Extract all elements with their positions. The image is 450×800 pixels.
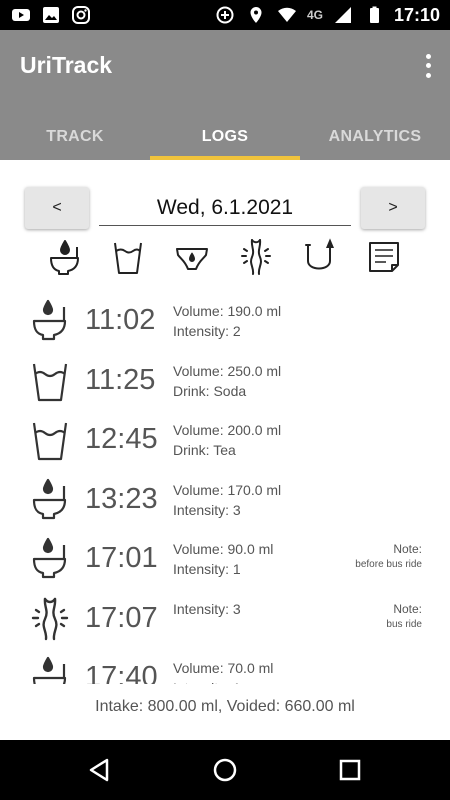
log-row[interactable]: 13:23 Volume: 170.0 ml Intensity: 3 <box>0 471 450 530</box>
log-row[interactable]: 11:25 Volume: 250.0 ml Drink: Soda <box>0 352 450 411</box>
app-bar: UriTrack TRACK LOGS ANALYTICS <box>0 30 450 160</box>
status-bar: 4G 17:10 <box>0 0 450 30</box>
note-text: before bus ride <box>355 559 422 570</box>
log-detail-line: Volume: 70.0 ml <box>173 660 274 676</box>
log-note: Note: before bus ride <box>355 542 422 572</box>
log-detail-line: Drink: Tea <box>173 442 236 458</box>
log-time: 13:23 <box>85 482 158 515</box>
log-details: Intensity: 3 <box>173 599 241 619</box>
status-clock: 17:10 <box>393 4 440 25</box>
signal-icon <box>332 5 354 25</box>
pad-icon[interactable] <box>172 235 212 279</box>
date-navigator: < Wed, 6.1.2021 > <box>25 187 425 229</box>
void-toilet-icon <box>28 536 72 582</box>
battery-icon <box>363 5 385 25</box>
recents-icon[interactable] <box>335 755 365 785</box>
log-detail-line: Intensity: 2 <box>173 323 241 339</box>
tab-analytics[interactable]: ANALYTICS <box>300 114 450 160</box>
note-label: Note: <box>393 542 422 556</box>
log-detail-line: Intensity: 1 <box>173 678 273 684</box>
image-icon <box>40 5 62 25</box>
log-time: 11:02 <box>85 304 156 336</box>
log-details: Volume: 250.0 ml Drink: Soda <box>173 361 281 401</box>
log-details: Volume: 170.0 ml Intensity: 3 <box>173 480 281 520</box>
next-day-button[interactable]: > <box>361 187 425 229</box>
system-nav-bar <box>0 740 450 800</box>
drink-cup-icon[interactable] <box>108 235 148 279</box>
location-icon <box>245 5 267 25</box>
urgency-icon <box>28 596 72 642</box>
wifi-icon <box>276 5 298 25</box>
drink-cup-icon <box>28 358 72 404</box>
log-detail-line: Intensity: 3 <box>173 501 241 518</box>
log-time: 17:01 <box>85 542 158 574</box>
tab-bar: TRACK LOGS ANALYTICS <box>0 114 450 160</box>
drink-cup-icon <box>28 417 72 463</box>
tab-track[interactable]: TRACK <box>0 114 150 160</box>
log-details: Volume: 190.0 ml Intensity: 2 <box>173 301 281 341</box>
log-details: Volume: 70.0 ml Intensity: 1 <box>173 658 273 684</box>
log-details: Volume: 90.0 ml Intensity: 1 <box>173 539 273 579</box>
note-text: bus ride <box>386 618 422 630</box>
overflow-menu-button[interactable] <box>420 52 436 80</box>
log-list[interactable]: 11:02 Volume: 190.0 ml Intensity: 2 11:25 Vo… <box>0 292 450 684</box>
log-detail-line: Drink: Soda <box>173 382 247 399</box>
log-row[interactable]: 17:40 Volume: 70.0 ml Intensity: 1 <box>0 649 450 684</box>
daily-summary: Intake: 800.00 ml, Voided: 660.00 ml <box>95 698 355 715</box>
log-row[interactable]: 17:07 Intensity: 3 Note: bus ride <box>0 590 450 649</box>
log-detail-line: Volume: 250.0 ml <box>173 362 282 379</box>
note-label: Note: <box>393 601 422 616</box>
youtube-icon <box>10 5 32 25</box>
log-detail-line: Volume: 170.0 ml <box>173 481 282 498</box>
log-details: Volume: 200.0 ml Drink: Tea <box>173 420 281 460</box>
note-icon[interactable] <box>364 235 404 279</box>
catheter-icon[interactable] <box>300 235 340 279</box>
back-icon[interactable] <box>85 755 115 785</box>
tab-logs[interactable]: LOGS <box>150 114 300 160</box>
log-detail-line: Volume: 200.0 ml <box>173 422 282 438</box>
date-field[interactable]: Wed, 6.1.2021 <box>99 193 351 226</box>
log-row[interactable]: 17:01 Volume: 90.0 ml Intensity: 1 Note: bef… <box>0 530 450 589</box>
entry-type-toolbar <box>0 235 450 279</box>
log-note: Note: bus ride <box>386 602 422 632</box>
void-toilet-icon <box>28 655 72 684</box>
log-row[interactable]: 11:02 Volume: 190.0 ml Intensity: 2 <box>0 292 450 351</box>
urgency-icon[interactable] <box>236 235 276 279</box>
app-title: UriTrack <box>20 52 113 78</box>
home-icon[interactable] <box>210 755 240 785</box>
log-detail-line: Volume: 190.0 ml <box>173 303 282 319</box>
log-time: 12:45 <box>85 423 158 455</box>
data-saver-icon <box>214 5 236 25</box>
log-detail-line: Intensity: 1 <box>173 561 241 577</box>
void-toilet-icon[interactable] <box>45 235 85 279</box>
log-detail-line: Volume: 90.0 ml <box>173 541 274 557</box>
network-type-label: 4G <box>306 8 323 22</box>
void-toilet-icon <box>28 298 72 344</box>
instagram-icon <box>70 5 92 25</box>
log-detail-line: Intensity: 3 <box>173 600 241 617</box>
log-time: 11:25 <box>85 363 156 396</box>
log-time: 17:40 <box>85 661 158 684</box>
log-time: 17:07 <box>85 601 158 634</box>
previous-day-button[interactable]: < <box>25 187 89 229</box>
log-row[interactable]: 12:45 Volume: 200.0 ml Drink: Tea <box>0 411 450 470</box>
void-toilet-icon <box>28 477 72 523</box>
